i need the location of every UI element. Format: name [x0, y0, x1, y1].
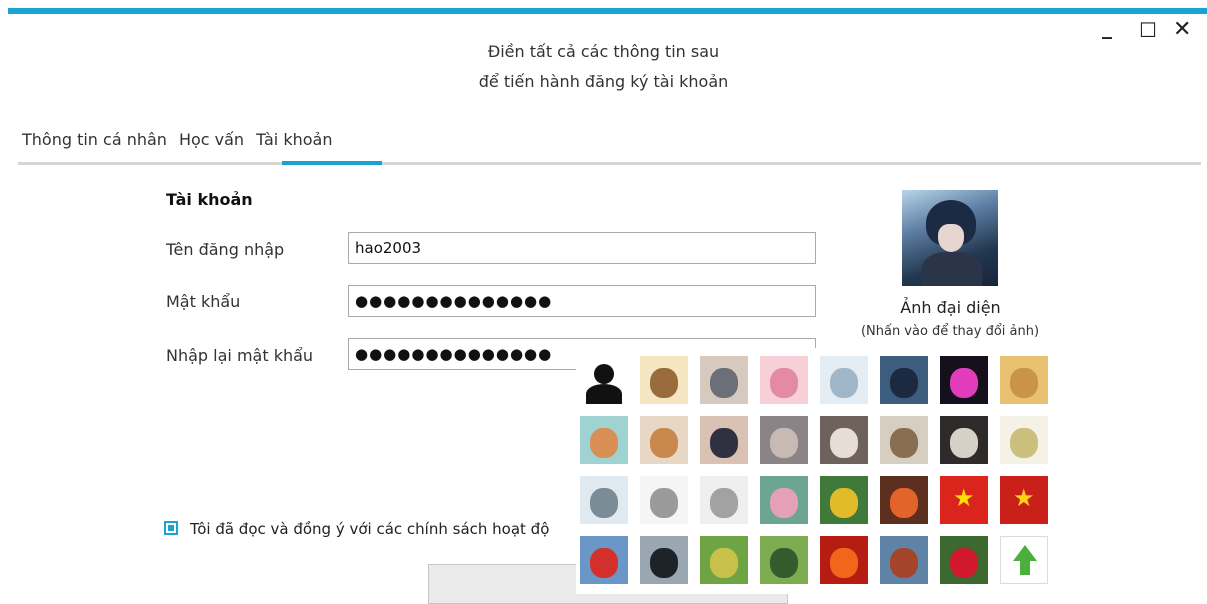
anime-boy-avatar-shape: [890, 368, 918, 398]
colorful-flower-avatar-shape: [830, 488, 858, 518]
pink-anime-girl-avatar-shape: [770, 368, 798, 398]
password-field[interactable]: ●●●●●●●●●●●●●●: [348, 285, 816, 317]
cat-table-avatar-shape: [950, 428, 978, 458]
vietnam-flag-wave-avatar-shape: ★: [1013, 484, 1035, 512]
flagpole-avatar[interactable]: [580, 536, 628, 584]
avatar-caption: Ảnh đại diện: [900, 298, 1001, 317]
round-face-avatar-shape: [590, 488, 618, 518]
dog-suit-avatar[interactable]: [700, 416, 748, 464]
username-label: Tên đăng nhập: [166, 240, 285, 259]
cat-sad-avatar[interactable]: [820, 416, 868, 464]
cat-grumpy-avatar-shape: [770, 428, 798, 458]
minimize-button[interactable]: _: [1102, 15, 1112, 39]
red-mountain-avatar[interactable]: [880, 536, 928, 584]
header-line-1: Điền tất cả các thông tin sau: [487, 42, 720, 61]
red-chrysanthemum-avatar-shape: [830, 548, 858, 578]
password-label: Mật khẩu: [166, 292, 241, 311]
tab-education[interactable]: Học vấn: [179, 128, 244, 160]
pumpkin-avatar[interactable]: [880, 476, 928, 524]
white-hair-anime-avatar[interactable]: [820, 356, 868, 404]
capybara-avatar[interactable]: [640, 356, 688, 404]
tab-account[interactable]: Tài khoản: [256, 128, 332, 160]
close-button[interactable]: ✕: [1173, 18, 1191, 42]
red-mountain-avatar-shape: [890, 548, 918, 578]
arrow-stem-shape: [1020, 561, 1030, 575]
black-car-avatar[interactable]: [640, 536, 688, 584]
pink-flower-monster-avatar[interactable]: [760, 476, 808, 524]
header-line-2: để tiến hành đăng ký tài khoản: [478, 72, 729, 91]
doge-sunglasses-avatar[interactable]: [1000, 356, 1048, 404]
pumpkin-avatar-shape: [890, 488, 918, 518]
dog-bread-avatar[interactable]: [640, 416, 688, 464]
red-rose-avatar[interactable]: [940, 536, 988, 584]
tab-personal-info[interactable]: Thông tin cá nhân: [22, 128, 167, 160]
white-cat-cartoon-avatar-shape: [650, 488, 678, 518]
cat-city-avatar-shape: [710, 368, 738, 398]
current-avatar-image[interactable]: [902, 190, 998, 286]
avatar-hint: (Nhấn vào để thay đổi ảnh): [860, 324, 1040, 339]
doge-sunglasses-avatar-shape: [1010, 368, 1038, 398]
section-title: Tài khoản: [166, 190, 253, 209]
round-face-avatar[interactable]: [580, 476, 628, 524]
title-accent-bar: [8, 8, 1207, 14]
username-field[interactable]: hao2003: [348, 232, 816, 264]
green-terrace-avatar[interactable]: [760, 536, 808, 584]
default-silhouette-avatar-shape: [594, 364, 614, 384]
red-chrysanthemum-avatar[interactable]: [820, 536, 868, 584]
vietnam-flag-wave-avatar[interactable]: ★: [1000, 476, 1048, 524]
cat-city-avatar[interactable]: [700, 356, 748, 404]
cat-scream-avatar-shape: [890, 428, 918, 458]
shiba-suit-pink-avatar-shape: [590, 428, 618, 458]
avatar-body-shape: [922, 252, 982, 286]
neon-skull-avatar-shape: [950, 368, 978, 398]
rice-terrace-avatar[interactable]: [700, 536, 748, 584]
picker-up-arrow-icon[interactable]: [1000, 536, 1048, 584]
cat-scream-avatar[interactable]: [880, 416, 928, 464]
tab-strip: Thông tin cá nhân Học vấn Tài khoản: [22, 128, 344, 160]
capybara-avatar-shape: [650, 368, 678, 398]
arrow-head-shape: [1013, 545, 1037, 561]
vietnam-flag-avatar-shape: ★: [953, 484, 975, 512]
silhouette-body-shape: [586, 384, 622, 404]
green-terrace-avatar-shape: [770, 548, 798, 578]
neon-skull-avatar[interactable]: [940, 356, 988, 404]
avatar-face-shape: [938, 224, 964, 252]
cartoon-cat-avatar[interactable]: [1000, 416, 1048, 464]
rice-terrace-avatar-shape: [710, 548, 738, 578]
white-hair-anime-avatar-shape: [830, 368, 858, 398]
red-rose-avatar-shape: [950, 548, 978, 578]
avatar-picker-popup: ★ ★: [576, 348, 1060, 594]
active-tab-indicator: [282, 161, 382, 165]
pink-flower-monster-avatar-shape: [770, 488, 798, 518]
smile-cartoon-avatar-shape: [710, 488, 738, 518]
pink-anime-girl-avatar[interactable]: [760, 356, 808, 404]
shiba-suit-pink-avatar[interactable]: [580, 416, 628, 464]
dog-suit-avatar-shape: [710, 428, 738, 458]
default-silhouette-avatar[interactable]: [580, 356, 628, 404]
flagpole-avatar-shape: [590, 548, 618, 578]
vietnam-flag-avatar[interactable]: ★: [940, 476, 988, 524]
anime-boy-avatar[interactable]: [880, 356, 928, 404]
cat-table-avatar[interactable]: [940, 416, 988, 464]
agreement-text[interactable]: Tôi đã đọc và đồng ý với các chính sách …: [190, 520, 549, 538]
white-cat-cartoon-avatar[interactable]: [640, 476, 688, 524]
agreement-checkbox[interactable]: [164, 521, 178, 535]
maximize-button[interactable]: ☐: [1139, 18, 1157, 42]
dog-bread-avatar-shape: [650, 428, 678, 458]
cat-sad-avatar-shape: [830, 428, 858, 458]
confirm-password-label: Nhập lại mật khẩu: [166, 346, 314, 365]
black-car-avatar-shape: [650, 548, 678, 578]
tab-divider: [18, 162, 1201, 165]
cartoon-cat-avatar-shape: [1010, 428, 1038, 458]
cat-grumpy-avatar[interactable]: [760, 416, 808, 464]
colorful-flower-avatar[interactable]: [820, 476, 868, 524]
smile-cartoon-avatar[interactable]: [700, 476, 748, 524]
